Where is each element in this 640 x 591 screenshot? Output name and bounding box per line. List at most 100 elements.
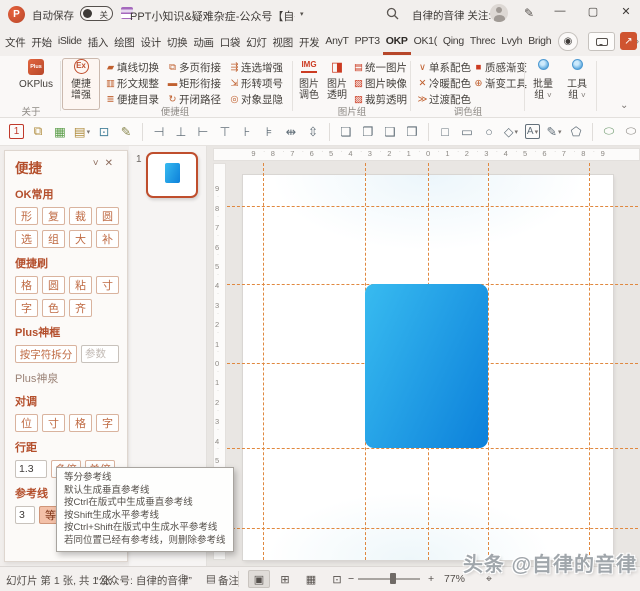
ribbon-item-picture-mirror[interactable]: ▧ 图片映像 — [352, 76, 407, 91]
okplus-button[interactable]: Plus OKPlus — [16, 59, 56, 90]
ribbon-tab[interactable]: Brigh — [525, 30, 554, 55]
ribbon-tab[interactable]: Lvyh — [498, 30, 525, 55]
batch-group-button[interactable]: 批量 组 — [528, 59, 558, 101]
reading-view-button[interactable]: ▦ — [300, 570, 322, 588]
panel-button[interactable]: 格 — [15, 276, 38, 294]
account-follow-label[interactable]: 自律的音律 关注: — [412, 8, 491, 23]
ribbon-tab[interactable]: OK1( — [411, 30, 440, 55]
align-middle-icon[interactable]: ⊦ — [238, 122, 257, 141]
ribbon-item-shape-text-tidy[interactable]: ▥ 形文规整 — [104, 76, 159, 91]
ribbon-item-unify-picture[interactable]: ▤ 统一图片 — [352, 60, 407, 75]
ribbon-tab[interactable]: Qing — [440, 30, 467, 55]
share-button[interactable]: ↗ — [620, 32, 637, 50]
panel-button[interactable]: 组 — [42, 230, 65, 248]
panel-button[interactable]: 色 — [42, 299, 65, 317]
align-top-icon[interactable]: ⊤ — [216, 122, 235, 141]
zoom-out-button[interactable]: − — [348, 573, 354, 585]
split-by-char-button[interactable]: 按字符拆分 — [15, 345, 77, 363]
copy-slide-icon[interactable]: ⧉ — [29, 122, 48, 141]
ribbon-tab[interactable]: iSlide — [55, 30, 85, 55]
record-button[interactable]: ◉ — [558, 32, 578, 51]
slide-number-icon[interactable]: 1 — [9, 124, 24, 139]
ribbon-tab[interactable]: 切换 — [164, 30, 190, 55]
panel-button[interactable]: 位 — [15, 414, 38, 432]
screen-icon[interactable]: ⊡ — [95, 122, 114, 141]
panel-button[interactable]: 形 — [15, 207, 38, 225]
ribbon-item-warm-cool-palette[interactable]: ✕ 冷暖配色 — [416, 76, 471, 91]
send-backward-icon[interactable]: ❒ — [403, 122, 422, 141]
merge-shapes-icon[interactable]: ⬭ — [600, 122, 619, 141]
align-left-icon[interactable]: ⊣ — [150, 122, 169, 141]
align-right-icon[interactable]: ⊢ — [194, 122, 213, 141]
ribbon-tab[interactable]: 开始 — [28, 30, 54, 55]
ribbon-tab[interactable]: 幻灯 — [243, 30, 269, 55]
panel-button[interactable]: 圆 — [96, 207, 119, 225]
collapse-ribbon-icon[interactable]: ⌄ — [620, 100, 628, 111]
convenience-enhance-button[interactable]: Ex 便捷 增强 — [66, 59, 96, 101]
notes-icon[interactable]: ▤ — [206, 573, 216, 585]
ribbon-item-gradient-tool[interactable]: ⊕ 渐变工具 — [472, 76, 527, 91]
table-icon[interactable]: ▦ — [51, 122, 70, 141]
ribbon-tab[interactable]: PPT3 — [352, 30, 383, 55]
send-to-back-icon[interactable]: ❐ — [359, 122, 378, 141]
ribbon-item-shape-to-number[interactable]: ⇲ 形转项号 — [228, 76, 283, 91]
close-button[interactable]: ✕ — [617, 5, 635, 18]
minimize-button[interactable]: — — [551, 5, 569, 17]
rounded-rectangle-icon[interactable]: ▭ — [458, 122, 477, 141]
title-caret-icon[interactable]: ▾ — [300, 10, 304, 18]
search-icon[interactable] — [386, 7, 399, 25]
notes-button[interactable]: 备注 — [218, 573, 239, 588]
ribbon-tab[interactable]: 设计 — [138, 30, 164, 55]
panel-button[interactable]: 格 — [69, 414, 92, 432]
blue-rounded-rectangle-shape[interactable] — [364, 284, 489, 449]
ribbon-tab[interactable]: 口袋 — [217, 30, 243, 55]
distribute-h-icon[interactable]: ⇹ — [282, 122, 301, 141]
pen-icon[interactable]: ✎ — [524, 6, 534, 20]
ribbon-tab[interactable]: 文件 — [2, 30, 28, 55]
ribbon-tab[interactable]: 绘图 — [111, 30, 137, 55]
panel-button[interactable]: 选 — [15, 230, 38, 248]
maximize-button[interactable]: ▢ — [584, 5, 602, 18]
rectangle-icon[interactable]: □ — [436, 122, 455, 141]
text-box-icon[interactable]: A ▾ — [525, 124, 540, 139]
slide-sorter-view-button[interactable]: ⊞ — [274, 570, 296, 588]
ribbon-tab[interactable]: AnyT — [322, 30, 351, 55]
picture-icon[interactable]: ▤ ▾ — [73, 122, 92, 141]
share-more-icon[interactable]: › — [636, 36, 639, 46]
zoom-level[interactable]: 77% — [444, 573, 465, 585]
zoom-slider-thumb[interactable] — [390, 573, 396, 584]
panel-button[interactable]: 齐 — [69, 299, 92, 317]
ribbon-item-texture-gradient[interactable]: ■ 质感渐变 — [472, 60, 527, 75]
param-input[interactable] — [81, 345, 119, 363]
panel-button[interactable]: 补 — [96, 230, 119, 248]
ribbon-item-multi-select[interactable]: ⇶ 连选增强 — [228, 60, 283, 75]
panel-button[interactable]: 粘 — [69, 276, 92, 294]
autosave-toggle[interactable]: 关 — [80, 6, 113, 21]
panel-button[interactable]: 字 — [15, 299, 38, 317]
ribbon-item-rect-join[interactable]: ▬ 矩形衔接 — [166, 76, 221, 91]
picture-tone-button[interactable]: IMG 图片 调色 — [296, 59, 322, 101]
guides-count-input[interactable] — [15, 506, 35, 524]
ribbon-tab[interactable]: 动画 — [190, 30, 216, 55]
comments-button[interactable] — [588, 32, 615, 51]
slide-canvas[interactable]: 99··88··77··66··55··44··33··22··11··00··… — [207, 146, 640, 566]
format-painter-icon[interactable]: ✎ — [117, 122, 136, 141]
slideshow-view-button[interactable]: ⊡ — [326, 570, 348, 588]
panel-button[interactable]: 复 — [42, 207, 65, 225]
shapes-icon[interactable]: ◇ ▾ — [502, 122, 521, 141]
bring-forward-icon[interactable]: ❑ — [381, 122, 400, 141]
distribute-v-icon[interactable]: ⇳ — [304, 122, 323, 141]
ribbon-item-multipage-join[interactable]: ⧉ 多页衔接 — [166, 60, 221, 75]
panel-button[interactable]: 寸 — [42, 414, 65, 432]
panel-close-icon[interactable]: ✕ — [105, 158, 119, 169]
zoom-slider-track[interactable] — [358, 578, 420, 580]
align-center-h-icon[interactable]: ⊥ — [172, 122, 191, 141]
document-title[interactable]: PPT小知识&疑难杂症-公众号【自律... — [130, 8, 295, 24]
avatar[interactable] — [490, 4, 508, 22]
panel-button[interactable]: 大 — [69, 230, 92, 248]
normal-view-button[interactable]: ▣ — [248, 570, 270, 588]
bring-to-front-icon[interactable]: ❏ — [337, 122, 356, 141]
slide-thumbnail[interactable] — [146, 152, 198, 198]
panel-button[interactable]: 字 — [96, 414, 119, 432]
panel-button[interactable]: 圆 — [42, 276, 65, 294]
